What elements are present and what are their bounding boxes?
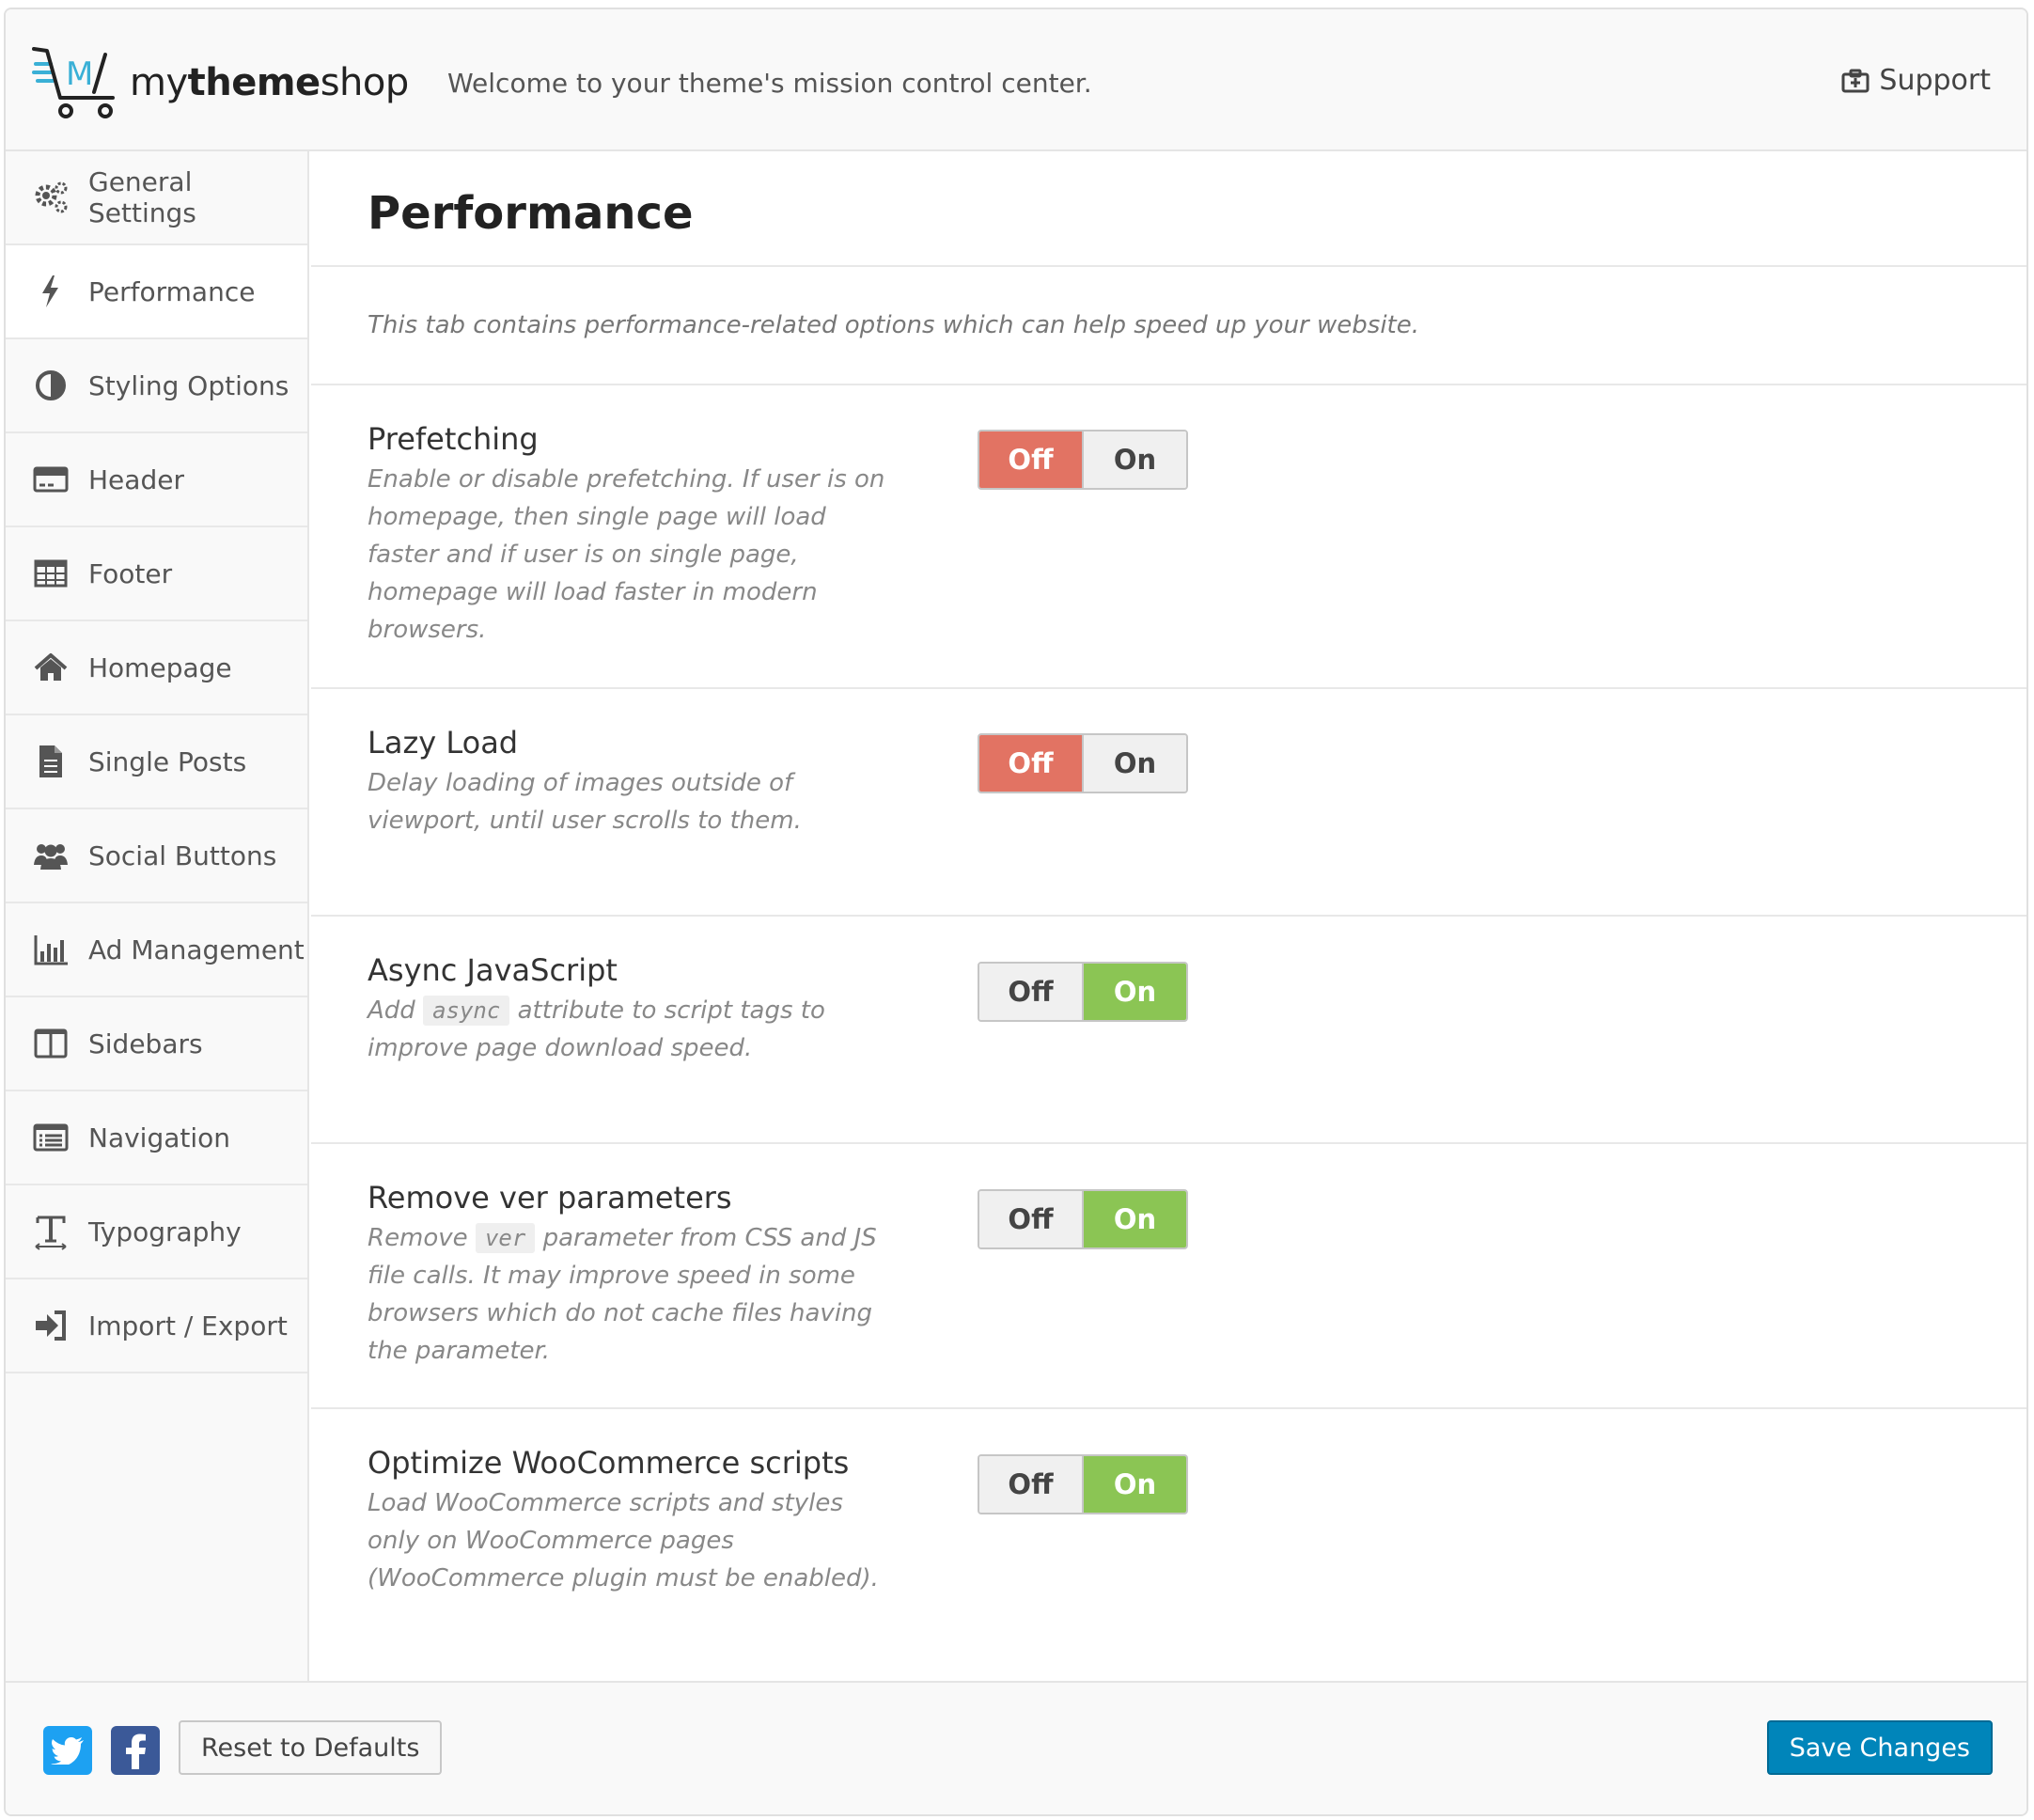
table-icon	[32, 555, 70, 592]
sidebar-item-label: Import / Export	[88, 1310, 288, 1341]
header-tagline: Welcome to your theme's mission control …	[447, 68, 1092, 99]
toggle-on-option[interactable]: On	[1082, 431, 1186, 488]
sidebar-item-ad-management[interactable]: Ad Management	[6, 903, 307, 997]
option-description: Load WooCommerce scripts and styles only…	[368, 1489, 879, 1592]
save-changes-button[interactable]: Save Changes	[1766, 1720, 1993, 1775]
settings-sidebar: General Settings Performance Styling Opt…	[6, 151, 309, 1681]
option-title: Optimize WooCommerce scripts	[368, 1445, 850, 1481]
sidebar-item-label: Navigation	[88, 1122, 231, 1153]
sidebar-item-single-posts[interactable]: Single Posts	[6, 715, 307, 809]
option-title: Async JavaScript	[368, 952, 618, 988]
option-title: Remove ver parameters	[368, 1180, 732, 1216]
toggle-off-option[interactable]: Off	[979, 735, 1082, 792]
sidebar-item-label: Typography	[88, 1216, 242, 1247]
sidebar-item-header[interactable]: Header	[6, 433, 307, 527]
mythemeshop-logo[interactable]: M mythemeshop	[30, 43, 409, 122]
toggle-off-option[interactable]: Off	[979, 431, 1082, 488]
sidebar-item-typography[interactable]: Typography	[6, 1185, 307, 1279]
footer-bar: Reset to Defaults Save Changes	[6, 1681, 2026, 1814]
toggle-on-option[interactable]: On	[1082, 1191, 1186, 1247]
async-code: async	[423, 996, 510, 1026]
sidebar-item-label: Styling Options	[88, 369, 289, 401]
twitter-button[interactable]	[43, 1726, 92, 1775]
medkit-icon	[1841, 69, 1870, 92]
brand-prefix: my	[130, 61, 188, 104]
brand-name: mythemeshop	[130, 61, 409, 104]
contrast-icon	[32, 367, 70, 404]
header-icon	[32, 461, 70, 498]
sign-in-icon	[32, 1307, 70, 1344]
option-prefetching: Prefetching Enable or disable prefetchin…	[311, 385, 2026, 689]
sidebar-item-label: Homepage	[88, 651, 232, 683]
ver-code: ver	[475, 1223, 536, 1253]
toggle-off-option[interactable]: Off	[979, 964, 1082, 1020]
svg-text:M: M	[66, 55, 93, 93]
gears-icon	[32, 179, 70, 216]
toggle-on-option[interactable]: On	[1082, 964, 1186, 1020]
facebook-button[interactable]	[111, 1726, 160, 1775]
sidebar-item-sidebars[interactable]: Sidebars	[6, 997, 307, 1091]
settings-panel: M mythemeshop Welcome to your theme's mi…	[4, 8, 2028, 1816]
intro-section: This tab contains performance-related op…	[311, 267, 2026, 385]
sidebar-item-label: Header	[88, 463, 184, 495]
users-icon	[32, 837, 70, 874]
sidebar-item-footer[interactable]: Footer	[6, 527, 307, 621]
sidebar-item-homepage[interactable]: Homepage	[6, 621, 307, 715]
main-content: Performance This tab contains performanc…	[311, 151, 2026, 1681]
desc-text-before: Remove	[368, 1224, 468, 1252]
cart-logo-icon: M	[32, 47, 115, 118]
option-remove-ver-parameters: Remove ver parameters Remove ver paramet…	[311, 1144, 2026, 1409]
intro-text: This tab contains performance-related op…	[368, 311, 1420, 339]
option-optimize-woocommerce: Optimize WooCommerce scripts Load WooCom…	[311, 1409, 2026, 1691]
brand-suffix: shop	[320, 61, 410, 104]
option-description: Remove ver parameter from CSS and JS fil…	[368, 1219, 894, 1370]
support-link[interactable]: Support	[1841, 64, 1991, 97]
option-description: Enable or disable prefetching. If user i…	[368, 465, 885, 644]
home-icon	[32, 649, 70, 686]
optimize-woocommerce-toggle[interactable]: Off On	[978, 1454, 1188, 1514]
text-height-icon	[32, 1213, 70, 1250]
toggle-on-option[interactable]: On	[1082, 1456, 1186, 1513]
option-lazy-load: Lazy Load Delay loading of images outsid…	[311, 689, 2026, 917]
sidebar-item-performance[interactable]: Performance	[6, 245, 307, 339]
page-title: Performance	[368, 186, 694, 240]
list-icon	[32, 1119, 70, 1156]
toggle-off-option[interactable]: Off	[979, 1191, 1082, 1247]
top-header: M mythemeshop Welcome to your theme's mi…	[6, 9, 2026, 151]
page-title-bar: Performance	[311, 151, 2026, 267]
toggle-off-option[interactable]: Off	[979, 1456, 1082, 1513]
bolt-icon	[32, 273, 70, 310]
twitter-icon	[51, 1737, 84, 1765]
prefetching-toggle[interactable]: Off On	[978, 430, 1188, 490]
columns-icon	[32, 1025, 70, 1062]
bar-chart-icon	[32, 931, 70, 968]
remove-ver-parameters-toggle[interactable]: Off On	[978, 1189, 1188, 1249]
toggle-on-option[interactable]: On	[1082, 735, 1186, 792]
sidebar-item-general-settings[interactable]: General Settings	[6, 151, 307, 245]
option-async-javascript: Async JavaScript Add async attribute to …	[311, 917, 2026, 1144]
sidebar-item-label: Footer	[88, 557, 173, 589]
facebook-icon	[126, 1734, 146, 1769]
sidebar-item-label: Sidebars	[88, 1028, 203, 1059]
sidebar-item-label: Ad Management	[88, 934, 305, 965]
option-title: Lazy Load	[368, 725, 519, 761]
reset-defaults-button[interactable]: Reset to Defaults	[179, 1720, 443, 1775]
document-icon	[32, 743, 70, 780]
option-title: Prefetching	[368, 421, 539, 457]
option-description: Delay loading of images outside of viewp…	[368, 769, 802, 835]
brand-bold: theme	[187, 61, 321, 104]
sidebar-item-label: Single Posts	[88, 745, 247, 777]
async-javascript-toggle[interactable]: Off On	[978, 962, 1188, 1022]
desc-text-before: Add	[368, 996, 415, 1025]
sidebar-item-label: Performance	[88, 275, 256, 307]
lazy-load-toggle[interactable]: Off On	[978, 733, 1188, 793]
sidebar-item-label: General Settings	[88, 166, 196, 228]
sidebar-item-social-buttons[interactable]: Social Buttons	[6, 809, 307, 903]
support-label: Support	[1879, 64, 1991, 97]
option-description: Add async attribute to script tags to im…	[368, 992, 894, 1067]
sidebar-item-import-export[interactable]: Import / Export	[6, 1279, 307, 1373]
sidebar-item-label: Social Buttons	[88, 839, 277, 871]
sidebar-item-styling-options[interactable]: Styling Options	[6, 339, 307, 433]
sidebar-item-navigation[interactable]: Navigation	[6, 1091, 307, 1185]
